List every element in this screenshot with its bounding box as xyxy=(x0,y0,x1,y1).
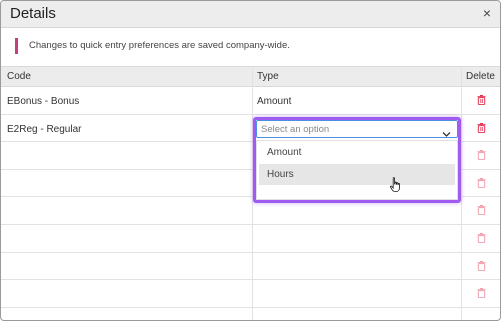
table-row: EBonus - Bonus Amount xyxy=(1,87,500,115)
delete-row-icon[interactable] xyxy=(477,122,486,133)
row-code: EBonus - Bonus xyxy=(7,96,80,107)
delete-row-icon-disabled xyxy=(477,288,486,299)
dialog-header: Details × xyxy=(1,1,500,28)
column-header-type: Type xyxy=(257,71,279,82)
delete-row-icon-disabled xyxy=(477,232,486,243)
table-header: Code Type Delete xyxy=(1,66,500,87)
table-row xyxy=(1,197,500,225)
type-select[interactable]: Select an option xyxy=(256,120,458,138)
option-hours[interactable]: Hours xyxy=(259,164,455,185)
dialog-title: Details xyxy=(10,5,56,22)
table-row xyxy=(1,225,500,253)
details-dialog: Details × Changes to quick entry prefere… xyxy=(0,0,501,321)
option-amount[interactable]: Amount xyxy=(259,142,455,163)
column-divider xyxy=(252,66,253,320)
table-row xyxy=(1,280,500,308)
delete-row-icon-disabled xyxy=(477,205,486,216)
row-type: Amount xyxy=(257,96,292,107)
delete-row-icon-disabled xyxy=(477,177,486,188)
type-select-placeholder: Select an option xyxy=(261,124,330,135)
column-divider xyxy=(461,66,462,320)
chevron-down-icon xyxy=(442,125,451,143)
type-options-menu: Amount Hours xyxy=(256,140,458,200)
row-code: E2Reg - Regular xyxy=(7,123,82,135)
delete-row-icon-disabled xyxy=(477,150,486,161)
hand-pointer-icon xyxy=(390,177,402,198)
delete-row-icon[interactable] xyxy=(477,95,486,105)
close-icon[interactable]: × xyxy=(483,5,491,21)
delete-row-icon-disabled xyxy=(477,260,486,271)
column-header-delete: Delete xyxy=(466,71,495,82)
table-row xyxy=(1,253,500,281)
notice-banner: Changes to quick entry preferences are s… xyxy=(15,38,485,54)
column-header-code: Code xyxy=(7,71,31,82)
